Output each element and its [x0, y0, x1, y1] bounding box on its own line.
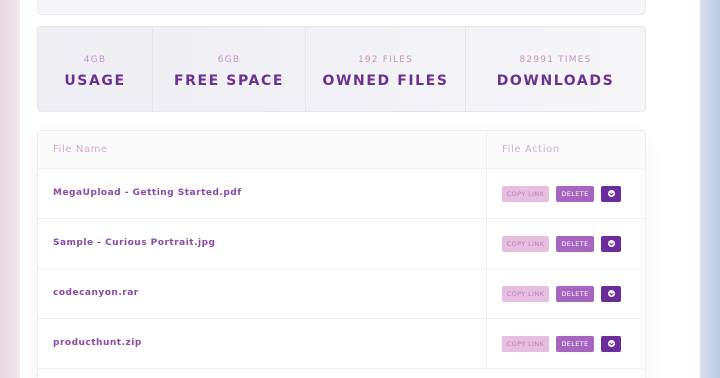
- file-name[interactable]: codecanyon.rar: [38, 269, 487, 318]
- stat-label: OWNED FILES: [322, 73, 449, 89]
- stat-label: USAGE: [64, 73, 126, 89]
- table-row: codecanyon.rar COPY LINK DELETE: [38, 269, 645, 319]
- stat-usage: 4GB USAGE: [38, 27, 153, 111]
- stat-downloads: 82991 TIMES DOWNLOADS: [466, 27, 645, 111]
- file-name[interactable]: Sample - Curious Portrait.jpg: [38, 219, 487, 268]
- table-row: producthunt.zip COPY LINK DELETE: [38, 319, 645, 369]
- stats-bar: 4GB USAGE 6GB FREE SPACE 192 FILES OWNED…: [37, 26, 646, 112]
- copy-link-button[interactable]: COPY LINK: [502, 285, 549, 302]
- column-header-file-name[interactable]: File Name: [38, 131, 487, 168]
- stat-free-space: 6GB FREE SPACE: [153, 27, 306, 111]
- copy-link-button[interactable]: COPY LINK: [502, 235, 549, 252]
- file-name[interactable]: MegaUpload - Getting Started.pdf: [38, 169, 487, 218]
- stat-owned-files: 192 FILES OWNED FILES: [306, 27, 466, 111]
- copy-link-button[interactable]: COPY LINK: [502, 185, 549, 202]
- delete-button[interactable]: DELETE: [556, 235, 594, 252]
- chevron-down-icon: [607, 190, 615, 197]
- chevron-down-icon: [607, 240, 615, 247]
- stat-label: DOWNLOADS: [496, 73, 615, 89]
- download-button[interactable]: [601, 285, 621, 302]
- delete-button[interactable]: DELETE: [556, 335, 594, 352]
- column-header-file-action[interactable]: File Action: [487, 131, 645, 168]
- table-row: Sample - Curious Portrait.jpg COPY LINK …: [38, 219, 645, 269]
- table-header: File Name File Action: [38, 131, 645, 169]
- download-button[interactable]: [601, 335, 621, 352]
- copy-link-button[interactable]: COPY LINK: [502, 335, 549, 352]
- stat-value: 6GB: [217, 55, 241, 65]
- files-table: File Name File Action MegaUpload - Getti…: [37, 130, 646, 378]
- top-card: [37, 0, 646, 15]
- stat-value: 82991 TIMES: [519, 55, 592, 65]
- file-actions: COPY LINK DELETE: [487, 219, 645, 268]
- file-name[interactable]: producthunt.zip: [38, 319, 487, 368]
- chevron-down-icon: [607, 340, 615, 347]
- download-button[interactable]: [601, 185, 621, 202]
- table-row: MegaUpload - Getting Started.pdf COPY LI…: [38, 169, 645, 219]
- file-actions: COPY LINK DELETE: [487, 319, 645, 368]
- file-actions: COPY LINK DELETE: [487, 169, 645, 218]
- stat-value: 192 FILES: [357, 55, 414, 65]
- delete-button[interactable]: DELETE: [556, 185, 594, 202]
- delete-button[interactable]: DELETE: [556, 285, 594, 302]
- stat-value: 4GB: [83, 55, 107, 65]
- file-actions: COPY LINK DELETE: [487, 269, 645, 318]
- chevron-down-icon: [607, 290, 615, 297]
- download-button[interactable]: [601, 235, 621, 252]
- stat-label: FREE SPACE: [173, 73, 285, 89]
